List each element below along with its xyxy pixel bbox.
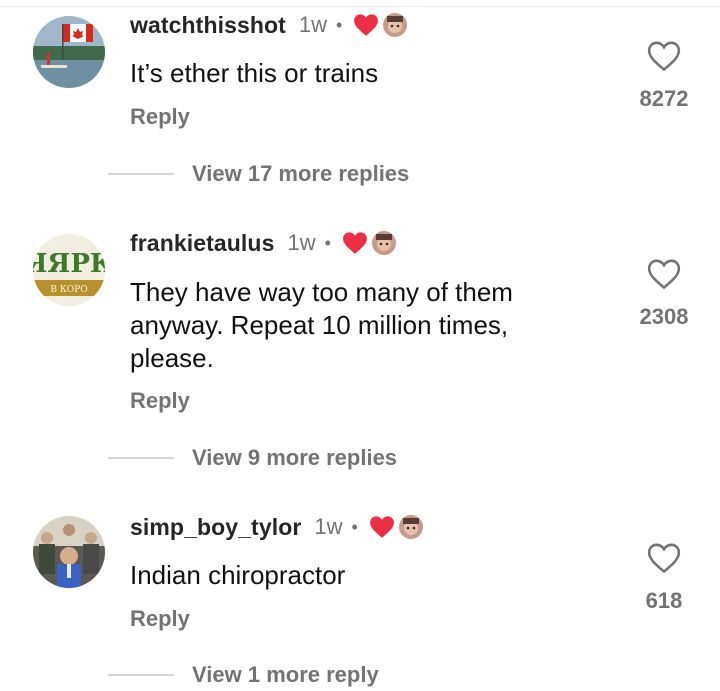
timestamp: 1w bbox=[314, 514, 343, 539]
creator-liked-heart-icon bbox=[342, 232, 367, 254]
avatar[interactable] bbox=[33, 516, 105, 588]
like-count: 2308 bbox=[639, 304, 689, 329]
separator-dot: • bbox=[351, 516, 358, 537]
like-heart-outline-icon[interactable] bbox=[647, 258, 681, 290]
separator-dot: • bbox=[336, 14, 343, 35]
view-more-replies-label: View 9 more replies bbox=[192, 445, 398, 470]
thread-divider bbox=[108, 173, 174, 175]
like-group: 8272 bbox=[620, 40, 708, 112]
comment-meta: frankietaulus 1w • bbox=[130, 228, 396, 258]
username[interactable]: watchthisshot bbox=[130, 12, 286, 39]
view-more-replies[interactable]: View 1 more reply bbox=[108, 660, 379, 690]
creator-avatar bbox=[383, 13, 408, 37]
avatar[interactable] bbox=[33, 16, 105, 88]
creator-liked-heart-icon bbox=[369, 516, 394, 538]
comment-meta: simp_boy_tylor 1w • bbox=[130, 512, 423, 542]
avatar[interactable]: ЯЯРК В КОРО bbox=[33, 234, 105, 306]
timestamp: 1w bbox=[298, 12, 328, 37]
comment-text: They have way too many of them anyway. R… bbox=[130, 277, 513, 373]
avatar-text: ЯЯРК bbox=[33, 249, 105, 279]
like-count: 618 bbox=[645, 588, 683, 613]
separator-dot: • bbox=[324, 232, 331, 253]
username[interactable]: simp_boy_tylor bbox=[130, 514, 301, 541]
view-more-replies[interactable]: View 17 more replies bbox=[108, 159, 409, 189]
view-more-replies-label: View 17 more replies bbox=[192, 161, 410, 186]
reply-button[interactable]: Reply bbox=[130, 388, 190, 414]
comment-text: Indian chiropractor bbox=[130, 560, 346, 590]
like-group: 2308 bbox=[620, 258, 708, 330]
creator-liked-heart-icon bbox=[354, 14, 379, 36]
username[interactable]: frankietaulus bbox=[130, 230, 274, 257]
view-more-replies[interactable]: View 9 more replies bbox=[108, 443, 397, 473]
creator-avatar bbox=[371, 231, 396, 255]
comment-text: It’s ether this or trains bbox=[130, 58, 379, 88]
timestamp: 1w bbox=[287, 230, 316, 255]
reply-button[interactable]: Reply bbox=[130, 104, 190, 130]
like-heart-outline-icon[interactable] bbox=[647, 40, 681, 72]
creator-avatar bbox=[398, 515, 423, 539]
top-divider bbox=[0, 0, 720, 7]
thread-divider bbox=[108, 674, 174, 676]
thread-divider bbox=[108, 457, 174, 459]
like-group: 618 bbox=[620, 542, 708, 614]
reply-button[interactable]: Reply bbox=[130, 606, 190, 632]
avatar-subtext: В КОРО bbox=[50, 285, 87, 295]
like-heart-outline-icon[interactable] bbox=[647, 542, 681, 574]
like-count: 8272 bbox=[639, 86, 689, 111]
comment-meta: watchthisshot 1w • bbox=[130, 10, 408, 40]
view-more-replies-label: View 1 more reply bbox=[192, 662, 379, 687]
